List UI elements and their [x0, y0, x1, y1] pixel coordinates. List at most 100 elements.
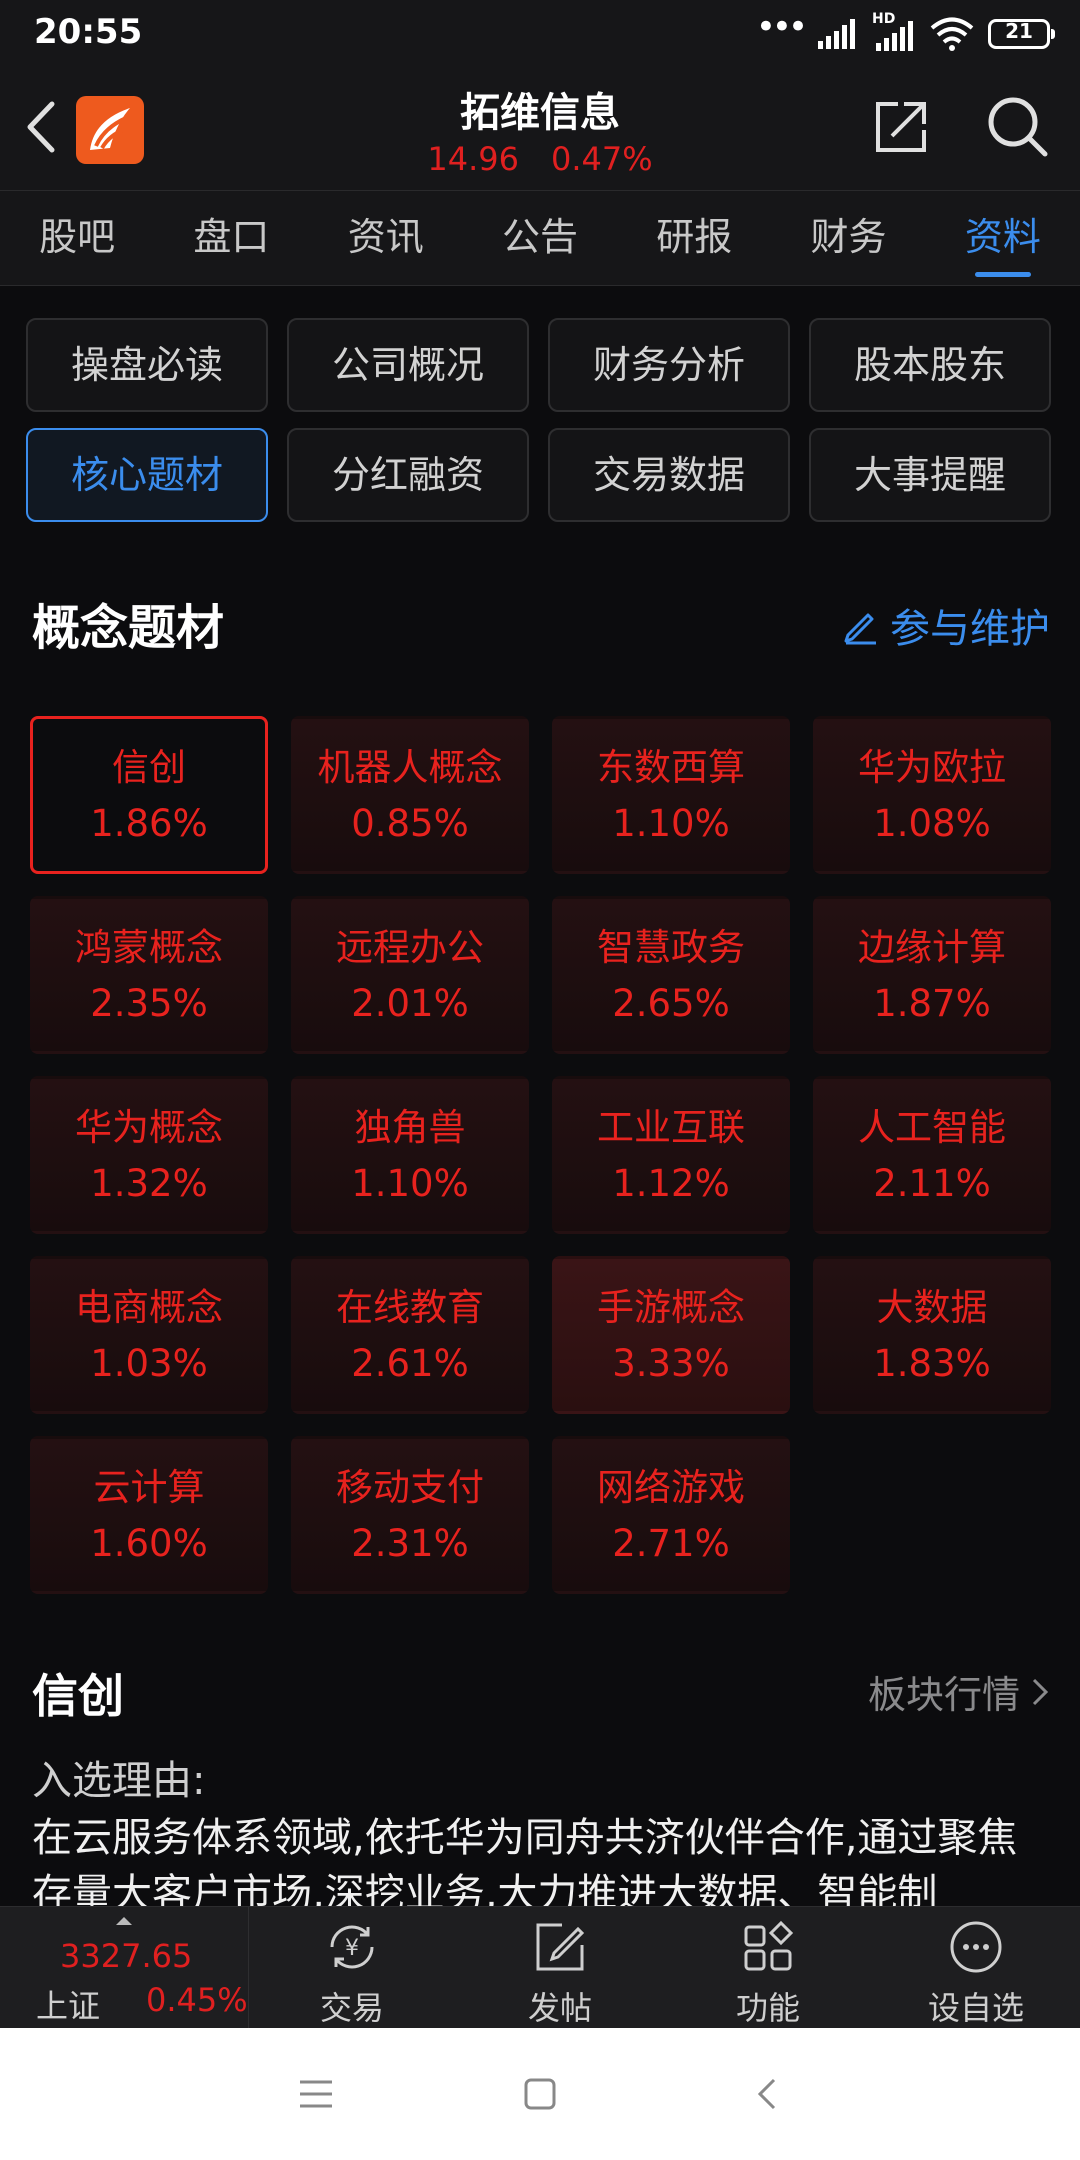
- participate-maintain-link[interactable]: 参与维护: [840, 596, 1050, 654]
- expand-arrow-icon: [116, 1917, 132, 1925]
- concept-change: 1.10%: [351, 1162, 469, 1205]
- search-icon[interactable]: [985, 94, 1049, 158]
- concept-change: 0.85%: [351, 802, 469, 845]
- system-navigation-bar: [0, 2028, 1080, 2160]
- concept-change: 2.01%: [351, 982, 469, 1025]
- profile-sub-menu: 操盘必读 公司概况 财务分析 股本股东 核心题材 分红融资 交易数据 大事提醒: [26, 318, 1054, 522]
- selected-concept-title: 信创: [32, 1669, 124, 1723]
- concept-tile[interactable]: 信创 1.86%: [30, 716, 268, 874]
- concept-tile[interactable]: 独角兽 1.10%: [291, 1076, 529, 1234]
- concept-tile[interactable]: 手游概念 3.33%: [552, 1256, 790, 1414]
- concept-name: 机器人概念: [317, 746, 503, 789]
- concept-name: 华为概念: [75, 1106, 223, 1149]
- stock-price: 14.96: [427, 140, 519, 178]
- section-title: 概念题材: [32, 600, 225, 656]
- sub-menu-financial-analysis[interactable]: 财务分析: [548, 318, 790, 412]
- concept-tile[interactable]: 东数西算 1.10%: [552, 716, 790, 874]
- more-notifications-icon: •••: [755, 7, 808, 47]
- signal-icon: [818, 19, 855, 49]
- concept-change: 2.71%: [612, 1522, 730, 1565]
- concept-grid: 信创 1.86% 机器人概念 0.85% 东数西算 1.10% 华为欧拉 1.08% 鸿…: [30, 716, 1052, 1594]
- concept-name: 人工智能: [858, 1106, 1006, 1149]
- share-icon[interactable]: [872, 96, 932, 156]
- sub-menu-events[interactable]: 大事提醒: [809, 428, 1051, 522]
- concept-change: 1.03%: [90, 1342, 208, 1385]
- sub-menu-dividends[interactable]: 分红融资: [287, 428, 529, 522]
- concept-change: 3.33%: [612, 1342, 730, 1385]
- concept-tile[interactable]: 华为概念 1.32%: [30, 1076, 268, 1234]
- concept-tile[interactable]: 边缘计算 1.87%: [813, 896, 1051, 1054]
- concept-change: 2.35%: [90, 982, 208, 1025]
- nav-functions-label: 功能: [735, 1989, 800, 2027]
- menu-icon[interactable]: [286, 2068, 346, 2120]
- concept-change: 2.31%: [351, 1522, 469, 1565]
- wifi-icon: [930, 17, 974, 51]
- sub-menu-company-overview[interactable]: 公司概况: [287, 318, 529, 412]
- main-tabs: 股吧 盘口 资讯 公告 研报 财务 资料: [0, 190, 1080, 286]
- concept-tile[interactable]: 网络游戏 2.71%: [552, 1436, 790, 1594]
- nav-trade-label: 交易: [319, 1989, 384, 2027]
- concept-tile[interactable]: 人工智能 2.11%: [813, 1076, 1051, 1234]
- concept-change: 2.11%: [873, 1162, 991, 1205]
- concept-name: 网络游戏: [597, 1466, 745, 1509]
- concept-name: 工业互联: [597, 1106, 745, 1149]
- reason-label: 入选理由:: [32, 1758, 206, 1804]
- reason-text: 在云服务体系领域,依托华为同舟共济伙伴合作,通过聚焦存量大客户市场,深挖业务,大…: [32, 1815, 1018, 1906]
- concept-name: 电商概念: [75, 1286, 223, 1329]
- concept-change: 2.61%: [351, 1342, 469, 1385]
- index-value: 3327.65: [60, 1937, 193, 1975]
- nav-functions[interactable]: 功能: [664, 1907, 872, 2029]
- sector-link-label: 板块行情: [867, 1673, 1020, 1717]
- back-nav-icon[interactable]: [738, 2068, 798, 2120]
- nav-post[interactable]: 发帖: [456, 1907, 664, 2029]
- status-time: 20:55: [34, 12, 143, 52]
- index-name: 上证: [36, 1987, 101, 2025]
- sub-menu-core-themes[interactable]: 核心题材: [26, 428, 268, 522]
- svg-text:¥: ¥: [345, 1936, 359, 1961]
- sub-menu-shareholders[interactable]: 股本股东: [809, 318, 1051, 412]
- concept-tile[interactable]: 鸿蒙概念 2.35%: [30, 896, 268, 1054]
- concept-name: 边缘计算: [858, 926, 1006, 969]
- concept-name: 移动支付: [336, 1466, 484, 1509]
- concept-tile[interactable]: 移动支付 2.31%: [291, 1436, 529, 1594]
- tab-finance[interactable]: 财务: [771, 191, 925, 285]
- nav-trade[interactable]: ¥ 交易: [248, 1907, 456, 2029]
- concept-tile[interactable]: 云计算 1.60%: [30, 1436, 268, 1594]
- sector-quotes-link[interactable]: 板块行情: [868, 1664, 1050, 1719]
- concept-change: 2.65%: [612, 982, 730, 1025]
- concept-tile[interactable]: 远程办公 2.01%: [291, 896, 529, 1054]
- concept-tile[interactable]: 电商概念 1.03%: [30, 1256, 268, 1414]
- concept-tile[interactable]: 大数据 1.83%: [813, 1256, 1051, 1414]
- concept-name: 鸿蒙概念: [75, 926, 223, 969]
- concept-tile[interactable]: 智慧政务 2.65%: [552, 896, 790, 1054]
- concept-tile[interactable]: 华为欧拉 1.08%: [813, 716, 1051, 874]
- concept-name: 在线教育: [336, 1286, 484, 1329]
- tab-pankou[interactable]: 盘口: [154, 191, 308, 285]
- nav-post-label: 发帖: [527, 1989, 592, 2027]
- tab-profile[interactable]: 资料: [926, 191, 1080, 285]
- tab-guba[interactable]: 股吧: [0, 191, 154, 285]
- concept-change: 1.86%: [90, 802, 208, 845]
- tab-announcements[interactable]: 公告: [463, 191, 617, 285]
- concept-tile[interactable]: 机器人概念 0.85%: [291, 716, 529, 874]
- battery-level: 21: [1005, 19, 1033, 43]
- tab-research[interactable]: 研报: [617, 191, 771, 285]
- concept-name: 手游概念: [597, 1286, 745, 1329]
- maintain-label: 参与维护: [890, 606, 1050, 652]
- concept-change: 1.32%: [90, 1162, 208, 1205]
- more-dots-icon: [950, 1921, 1002, 1973]
- stock-header: 拓维信息 14.96 0.47%: [0, 66, 1080, 190]
- tab-news[interactable]: 资讯: [309, 191, 463, 285]
- yuan-exchange-icon: ¥: [330, 1925, 374, 1969]
- signal-hd-icon: HD: [872, 11, 916, 51]
- home-icon[interactable]: [510, 2068, 570, 2120]
- concept-change: 1.08%: [873, 802, 991, 845]
- concept-tile[interactable]: 工业互联 1.12%: [552, 1076, 790, 1234]
- concept-tile[interactable]: 在线教育 2.61%: [291, 1256, 529, 1414]
- nav-add-watchlist[interactable]: 设自选: [872, 1907, 1080, 2029]
- concept-change: 1.12%: [612, 1162, 730, 1205]
- sub-menu-trading-data[interactable]: 交易数据: [548, 428, 790, 522]
- index-ticker[interactable]: 3327.65 上证 0.45%: [0, 1907, 249, 2029]
- index-change: 0.45%: [146, 1981, 248, 2019]
- sub-menu-trading-must-read[interactable]: 操盘必读: [26, 318, 268, 412]
